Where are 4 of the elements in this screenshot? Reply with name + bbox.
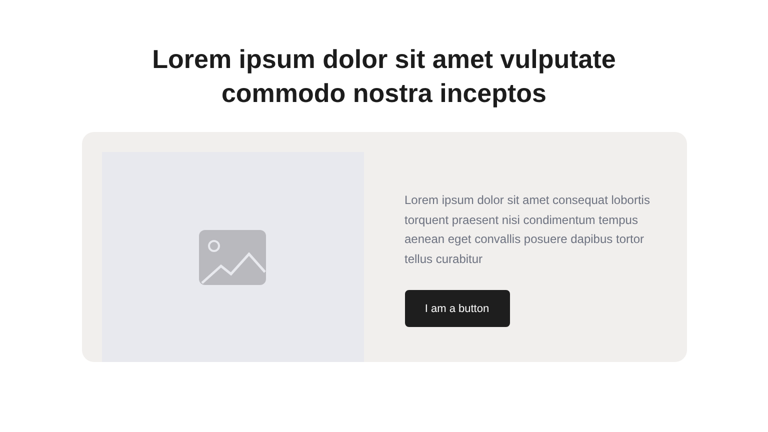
action-button[interactable]: I am a button bbox=[404, 290, 510, 327]
description-text: Lorem ipsum dolor sit amet consequat lobortis torquent praesent nisi condimentum tempus aenean eget convallis posuere dapibus tortor tellus curabitur bbox=[404, 192, 651, 268]
image-icon bbox=[199, 230, 266, 284]
page-heading: Lorem ipsum dolor sit amet vulputate commodo nostra inceptos bbox=[151, 43, 617, 110]
